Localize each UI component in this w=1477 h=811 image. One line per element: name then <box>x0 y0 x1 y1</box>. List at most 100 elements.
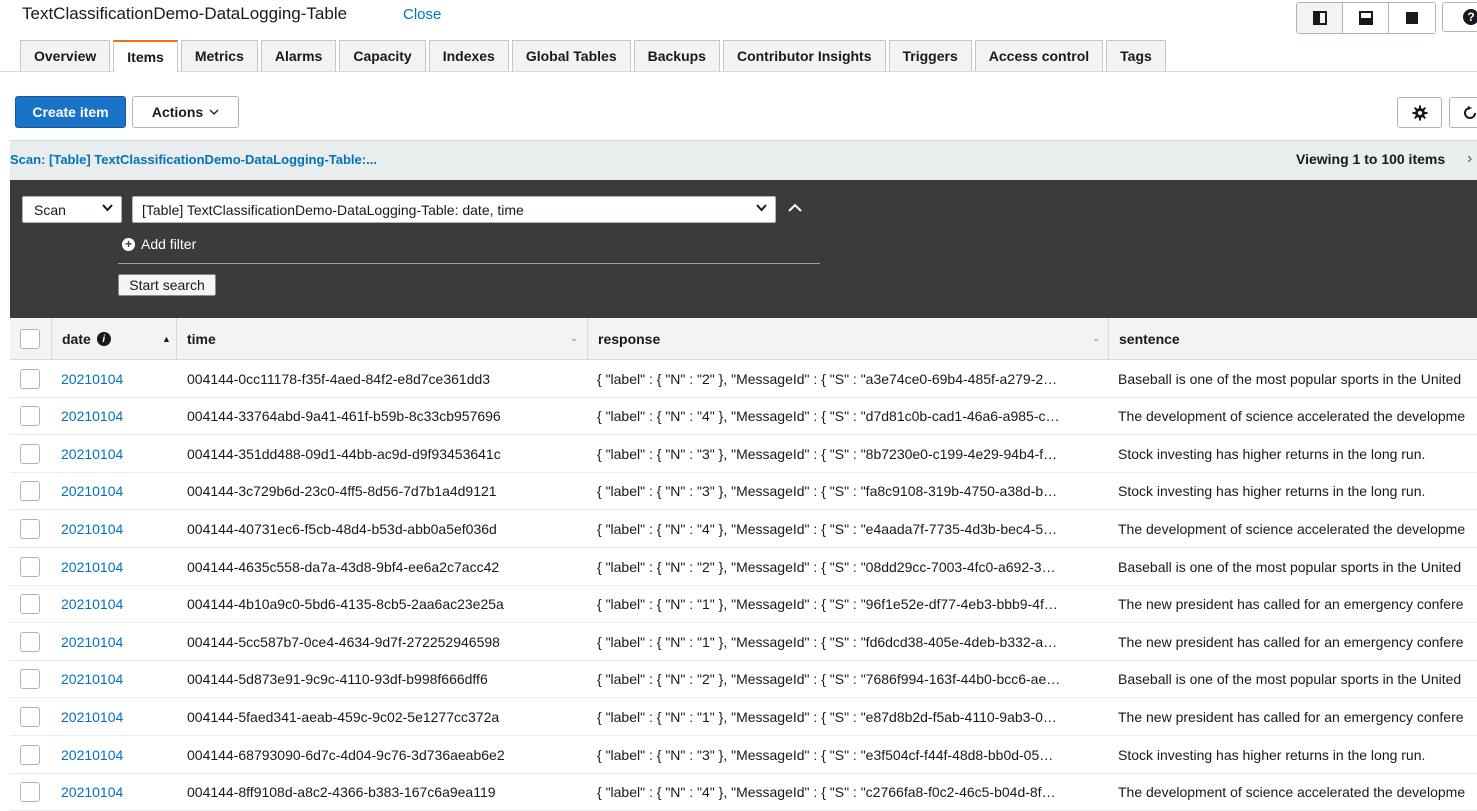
full-view-button[interactable] <box>1389 3 1435 33</box>
table-row[interactable]: 20210104 004144-0cc11178-f35f-4aed-84f2-e… <box>10 360 1477 398</box>
row-checkbox[interactable] <box>20 368 40 389</box>
item-sentence-cell: Baseball is one of the most popular spor… <box>1118 558 1462 575</box>
row-checkbox[interactable] <box>20 406 40 427</box>
refresh-button[interactable] <box>1449 97 1477 128</box>
tab-metrics[interactable]: Metrics <box>180 40 258 71</box>
row-checkbox[interactable] <box>20 669 40 690</box>
item-sentence-cell: The new president has called for an emer… <box>1118 633 1464 650</box>
column-header-date[interactable]: date i <box>62 318 111 360</box>
table-row[interactable]: 20210104 004144-33764abd-9a41-461f-b59b-8… <box>10 397 1477 436</box>
item-date-link[interactable]: 20210104 <box>61 698 171 735</box>
item-response-cell: { "label" : { "N" : "2" }, "MessageId" :… <box>597 671 1061 688</box>
row-checkbox[interactable] <box>20 594 40 615</box>
item-date-link[interactable]: 20210104 <box>61 360 171 397</box>
help-button[interactable]: ? <box>1442 2 1477 32</box>
item-date-link[interactable]: 20210104 <box>61 586 171 623</box>
table-row[interactable]: 20210104 004144-5faed341-aeab-459c-9c02-5… <box>10 698 1477 736</box>
tab-contributor-insights[interactable]: Contributor Insights <box>722 40 886 71</box>
item-sentence-cell: The development of science accelerated t… <box>1118 520 1466 537</box>
item-date-link[interactable]: 20210104 <box>61 623 171 660</box>
scan-title[interactable]: Scan: [Table] TextClassificationDemo-Dat… <box>10 152 377 167</box>
row-checkbox[interactable] <box>20 518 40 539</box>
info-icon[interactable]: i <box>96 332 111 346</box>
item-date-link[interactable]: 20210104 <box>61 473 171 510</box>
start-search-button[interactable]: Start search <box>118 274 216 296</box>
column-header-response[interactable]: response <box>598 318 660 360</box>
item-time-cell: 004144-351dd488-09d1-44bb-ac9d-d9f934536… <box>187 445 501 462</box>
item-date-link[interactable]: 20210104 <box>61 736 171 773</box>
item-sentence-cell: The development of science accelerated t… <box>1118 408 1466 425</box>
table-row[interactable]: 20210104 004144-40731ec6-f5cb-48d4-b53d-a… <box>10 510 1477 548</box>
row-select-cell <box>20 473 40 510</box>
split-vertical-view-button[interactable] <box>1297 3 1343 33</box>
item-date-link[interactable]: 20210104 <box>61 548 171 585</box>
tab-alarms[interactable]: Alarms <box>260 40 337 71</box>
table-row[interactable]: 20210104 004144-8ff9108d-a8c2-4366-b383-1… <box>10 773 1477 811</box>
item-time-cell: 004144-5cc587b7-0ce4-4634-9d7f-272252946… <box>187 633 500 650</box>
table-row[interactable]: 20210104 004144-351dd488-09d1-44bb-ac9d-d… <box>10 435 1477 473</box>
tab-overview[interactable]: Overview <box>20 40 111 71</box>
next-page-icon[interactable]: › <box>1467 150 1472 168</box>
target-select[interactable]: [Table] TextClassificationDemo-DataLoggi… <box>132 196 776 223</box>
item-sentence-cell: Baseball is one of the most popular spor… <box>1118 370 1462 387</box>
row-checkbox[interactable] <box>20 706 40 727</box>
row-select-cell <box>20 736 40 773</box>
table-row[interactable]: 20210104 004144-4635c558-da7a-43d8-9bf4-e… <box>10 548 1477 586</box>
table-row[interactable]: 20210104 004144-3c729b6d-23c0-4ff5-8d56-7… <box>10 472 1477 511</box>
select-all-checkbox[interactable] <box>20 329 40 349</box>
tab-tags[interactable]: Tags <box>1106 40 1166 71</box>
split-vertical-icon <box>1312 11 1327 25</box>
items-grid-header: date i ▲ time ⌄ response ⌄ sentence <box>10 318 1477 360</box>
item-time-cell: 004144-5d873e91-9c9c-4110-93df-b998f666d… <box>187 671 488 688</box>
table-row[interactable]: 20210104 004144-5cc587b7-0ce4-4634-9d7f-2… <box>10 623 1477 661</box>
row-checkbox[interactable] <box>20 744 40 765</box>
item-time-cell: 004144-4b10a9c0-5bd6-4135-8cb5-2aa6ac23e… <box>187 596 504 613</box>
close-link[interactable]: Close <box>403 6 441 23</box>
table-row[interactable]: 20210104 004144-5d873e91-9c9c-4110-93df-b… <box>10 660 1477 699</box>
item-date-link[interactable]: 20210104 <box>61 510 171 547</box>
row-select-cell <box>20 510 40 547</box>
tab-backups[interactable]: Backups <box>633 40 720 71</box>
sort-icon[interactable]: ⌄ <box>1092 333 1100 344</box>
chevron-up-icon[interactable] <box>788 203 802 212</box>
row-select-cell <box>20 435 40 472</box>
row-checkbox[interactable] <box>20 481 40 502</box>
settings-button[interactable] <box>1397 97 1442 128</box>
sort-icon[interactable]: ⌄ <box>570 333 578 344</box>
tab-triggers[interactable]: Triggers <box>888 40 972 71</box>
item-time-cell: 004144-4635c558-da7a-43d8-9bf4-ee6a2c7ac… <box>187 558 500 575</box>
row-checkbox[interactable] <box>20 443 40 464</box>
split-horizontal-view-button[interactable] <box>1343 3 1389 33</box>
item-time-cell: 004144-33764abd-9a41-461f-b59b-8c33cb957… <box>187 408 501 425</box>
row-checkbox[interactable] <box>20 631 40 652</box>
column-response-label: response <box>598 331 661 347</box>
table-row[interactable]: 20210104 004144-68793090-6d7c-4d04-9c76-3… <box>10 736 1477 774</box>
tab-capacity[interactable]: Capacity <box>339 40 426 71</box>
item-response-cell: { "label" : { "N" : "2" }, "MessageId" :… <box>597 558 1056 575</box>
item-date-link[interactable]: 20210104 <box>61 435 171 472</box>
item-date-link[interactable]: 20210104 <box>61 774 171 811</box>
tab-items[interactable]: Items <box>113 40 178 72</box>
add-filter-label: Add filter <box>141 236 197 252</box>
column-time-label: time <box>187 331 216 347</box>
tab-access-control[interactable]: Access control <box>974 40 1104 71</box>
item-time-cell: 004144-8ff9108d-a8c2-4366-b383-167c6a9ea… <box>187 784 496 801</box>
column-header-time[interactable]: time <box>187 318 216 360</box>
add-filter-button[interactable]: + Add filter <box>122 236 196 252</box>
row-checkbox[interactable] <box>20 782 40 803</box>
operation-select[interactable]: Scan <box>22 196 122 223</box>
actions-button[interactable]: Actions <box>132 96 239 128</box>
tab-global-tables[interactable]: Global Tables <box>511 40 631 71</box>
tab-indexes[interactable]: Indexes <box>428 40 509 71</box>
item-date-link[interactable]: 20210104 <box>61 398 171 435</box>
table-row[interactable]: 20210104 004144-4b10a9c0-5bd6-4135-8cb5-2… <box>10 585 1477 624</box>
create-item-button[interactable]: Create item <box>15 96 126 128</box>
filter-divider <box>118 263 820 264</box>
row-checkbox[interactable] <box>20 556 40 577</box>
split-horizontal-icon <box>1358 11 1373 25</box>
row-select-cell <box>20 661 40 698</box>
scan-panel: Scan [Table] TextClassificationDemo-Data… <box>10 180 1477 318</box>
item-date-link[interactable]: 20210104 <box>61 661 171 698</box>
column-header-sentence[interactable]: sentence <box>1119 318 1180 360</box>
sort-ascending-icon[interactable]: ▲ <box>162 334 171 344</box>
